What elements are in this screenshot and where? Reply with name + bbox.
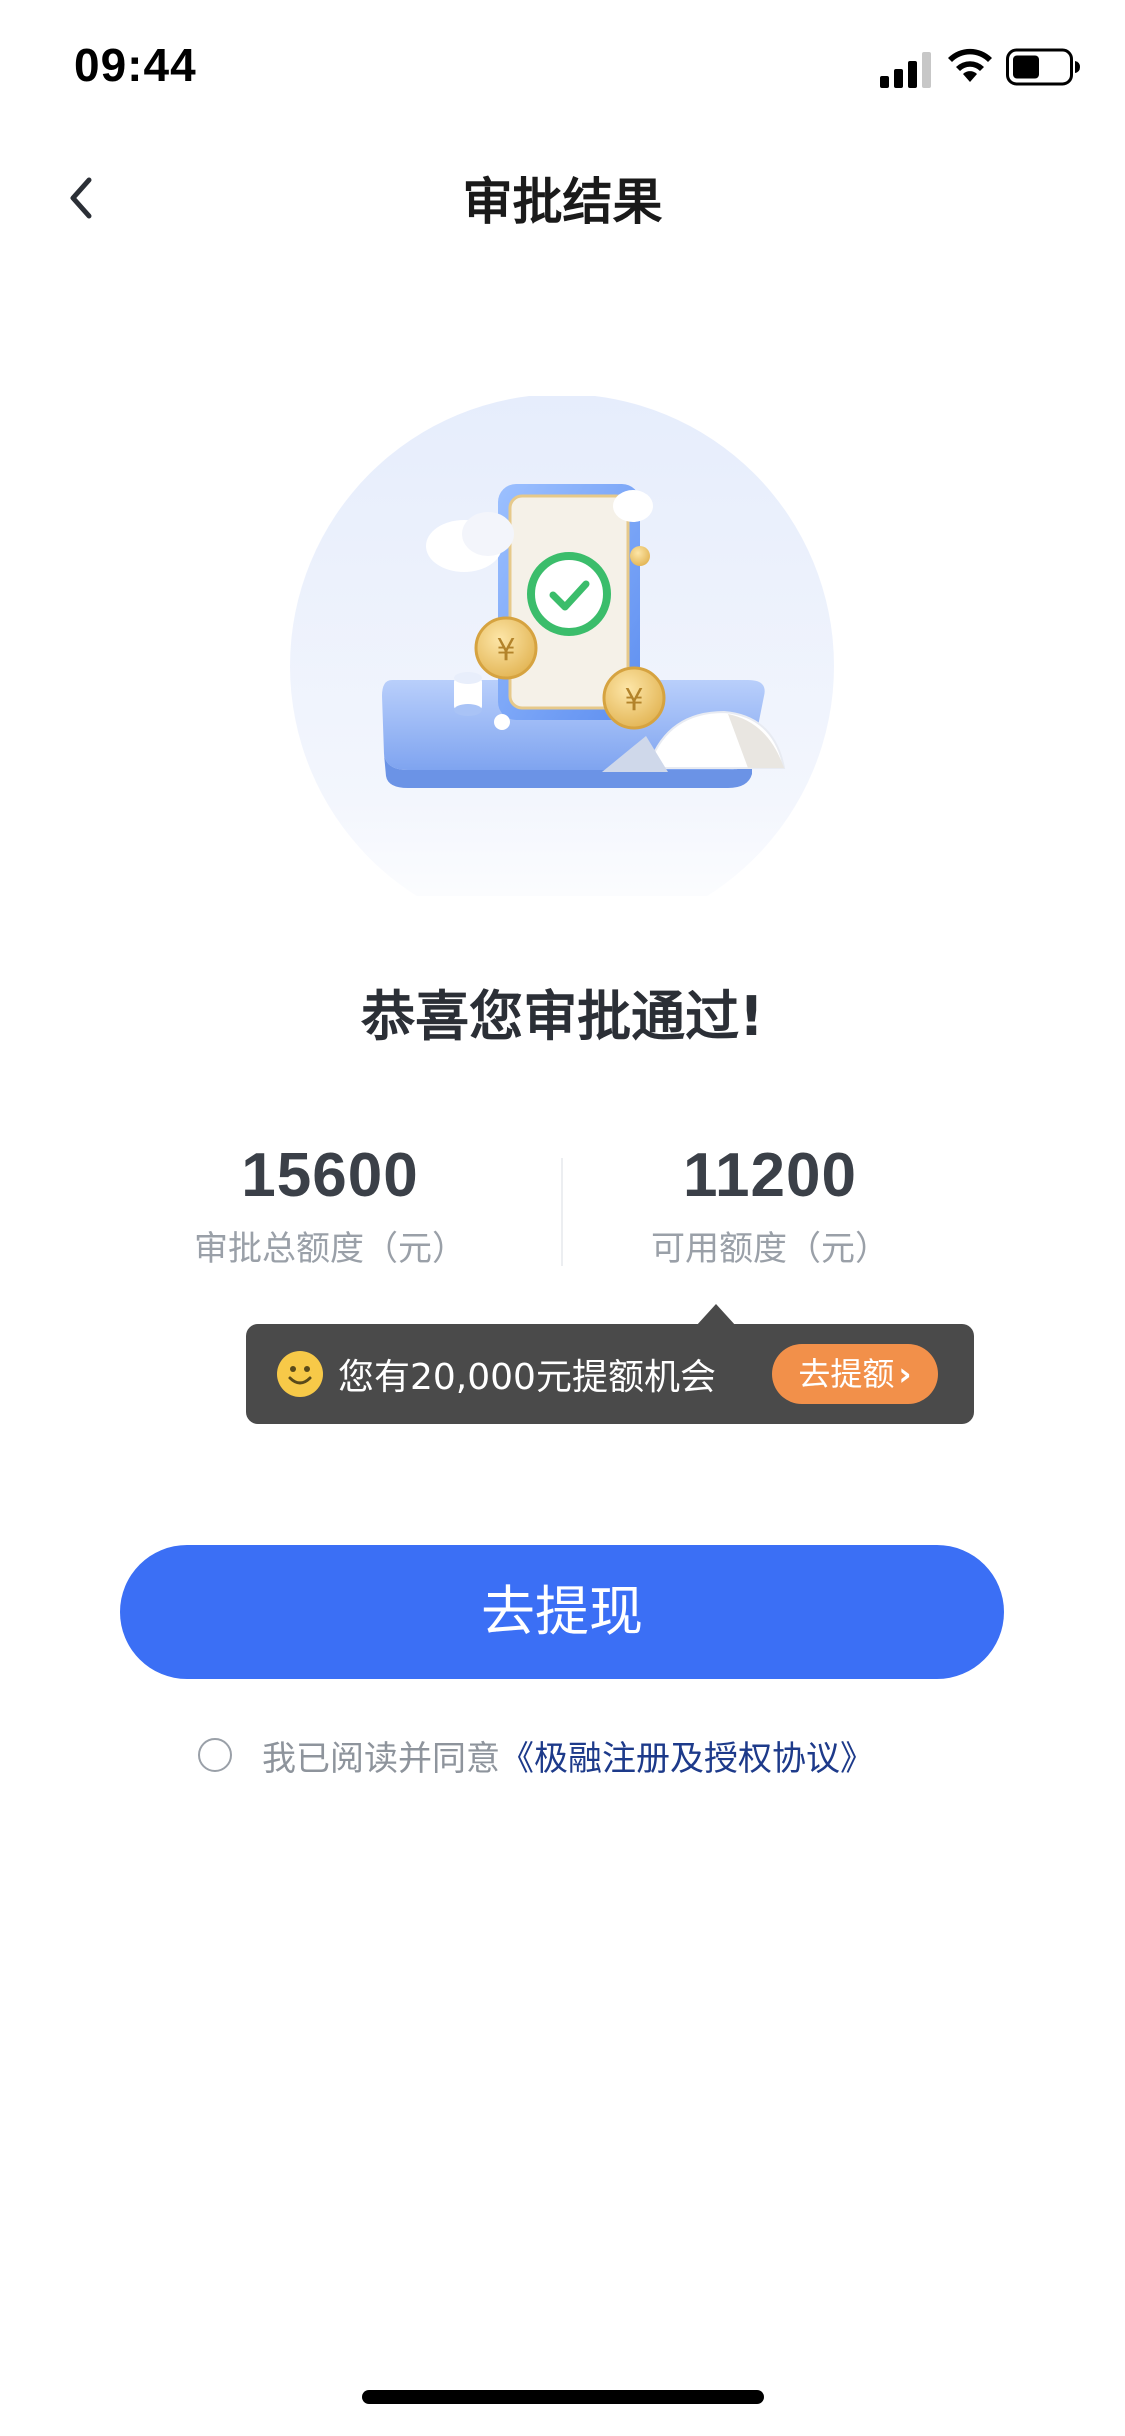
agreement-radio[interactable] [198, 1738, 232, 1772]
status-bar: 09:44 [0, 0, 1125, 132]
chevron-right-icon: › [898, 1355, 912, 1393]
signal-icon [880, 52, 931, 88]
credit-amounts: 15600 审批总额度（元） 11200 可用额度（元） [120, 1140, 1005, 1280]
phone-approval-illustration: ¥ ¥ [288, 396, 836, 896]
tooltip-text: 您有20,000元提额机会 [338, 1357, 716, 1398]
svg-text:¥: ¥ [496, 633, 515, 668]
available-credit-label: 可用额度（元） [651, 1229, 889, 1269]
agreement-link[interactable]: 《极融注册及授权协议》 [500, 1731, 874, 1780]
wifi-icon [948, 48, 992, 82]
agreement-row: 我已阅读并同意 《极融注册及授权协议》 [198, 1730, 874, 1780]
nav-bar: 审批结果 [0, 132, 1125, 264]
smile-icon [277, 1351, 323, 1397]
agreement-text: 我已阅读并同意 [262, 1738, 500, 1779]
approval-message: 恭喜您审批通过! [361, 985, 764, 1048]
total-credit-label: 审批总额度（元） [194, 1229, 466, 1269]
available-credit: 11200 可用额度（元） [560, 1140, 980, 1270]
increase-limit-button[interactable]: 去提额 › [772, 1344, 938, 1404]
page-title: 审批结果 [462, 173, 663, 231]
tooltip-arrow [696, 1304, 736, 1326]
status-time: 09:44 [74, 39, 197, 91]
total-credit-value: 15600 [241, 1141, 419, 1210]
home-indicator [362, 2390, 764, 2404]
battery-icon [1006, 48, 1080, 86]
svg-text:¥: ¥ [624, 683, 643, 718]
increase-limit-label: 去提额 [798, 1355, 895, 1393]
withdraw-button[interactable]: 去提现 [120, 1545, 1004, 1679]
available-credit-value: 11200 [683, 1141, 857, 1210]
increase-limit-tooltip: 您有20,000元提额机会 去提额 › [246, 1304, 974, 1424]
total-credit: 15600 审批总额度（元） [120, 1140, 540, 1270]
